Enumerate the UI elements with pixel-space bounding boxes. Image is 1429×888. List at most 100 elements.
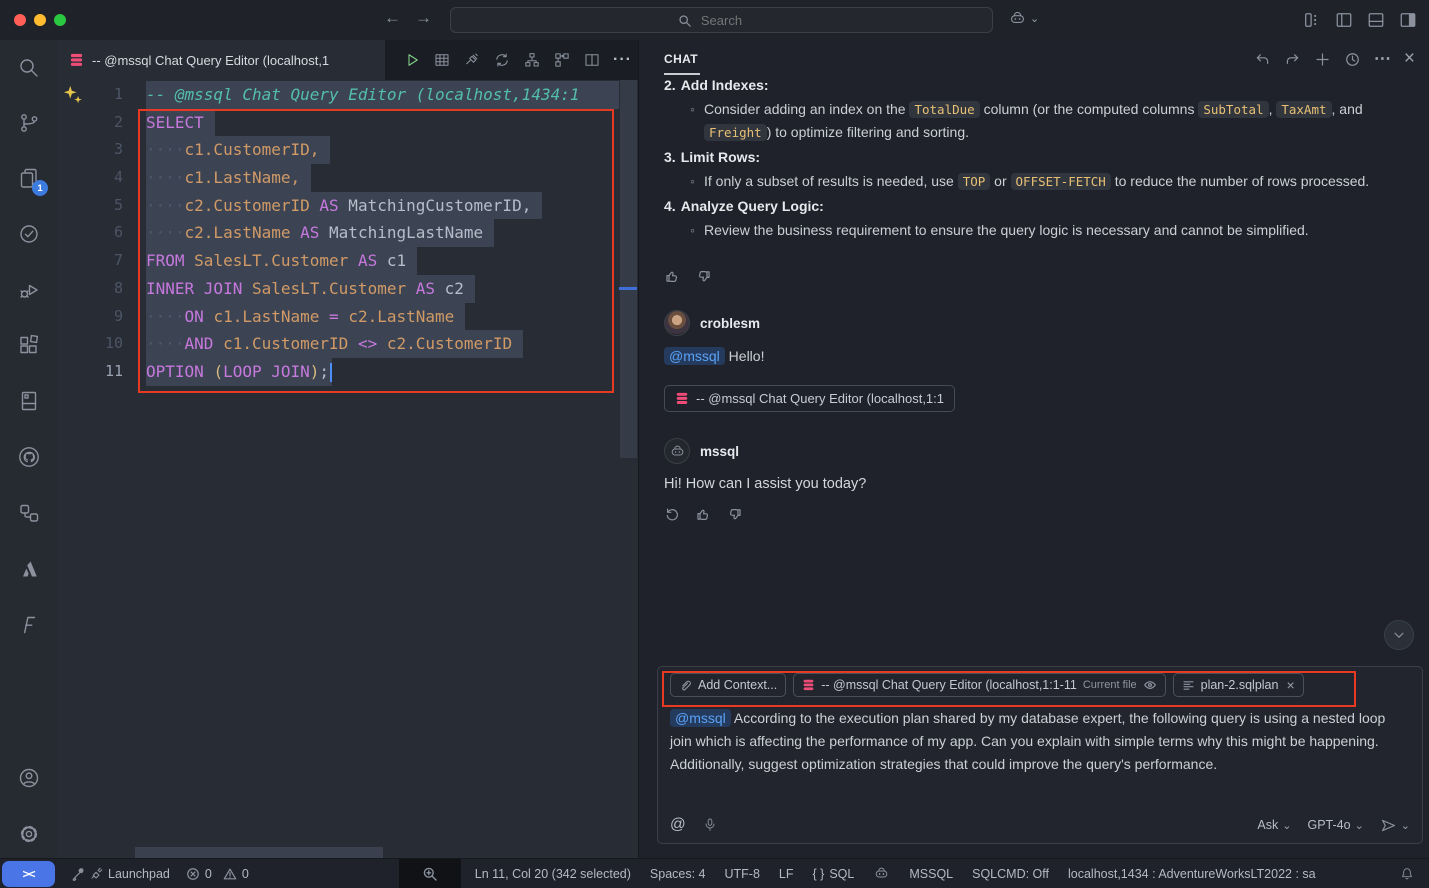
code-area[interactable]: -- @mssql Chat Query Editor (localhost,1… — [146, 81, 620, 386]
split-editor-icon[interactable] — [583, 51, 601, 69]
code-line[interactable]: OPTION (LOOP JOIN); — [146, 358, 620, 386]
code-line[interactable]: ····c1.LastName, — [146, 164, 620, 192]
attachment-pill[interactable]: -- @mssql Chat Query Editor (localhost,1… — [664, 385, 955, 412]
code-line[interactable]: ····ON c1.LastName = c2.LastName — [146, 303, 620, 331]
list-bullet: ◦Review the business requirement to ensu… — [664, 219, 1413, 241]
github-icon[interactable] — [17, 445, 41, 469]
code-editor[interactable]: 1234567891011 -- @mssql Chat Query Edito… — [57, 80, 638, 858]
chat-tab-label[interactable]: CHAT — [664, 52, 698, 66]
indentation-item[interactable]: Spaces: 4 — [650, 867, 706, 881]
run-query-icon[interactable] — [403, 51, 421, 69]
eye-icon[interactable] — [1143, 678, 1157, 692]
launchpad-item[interactable]: Launchpad — [71, 867, 170, 881]
add-context-button[interactable]: Add Context... — [670, 673, 786, 697]
command-search-box[interactable] — [450, 7, 993, 33]
copilot-status-icon[interactable] — [873, 865, 890, 882]
toggle-sidebar-icon[interactable] — [1335, 11, 1353, 29]
mention-icon[interactable]: @ — [670, 816, 686, 834]
remove-chip-icon[interactable]: × — [1286, 677, 1294, 693]
editor-scrollbar[interactable] — [620, 80, 637, 458]
forward-icon[interactable]: → — [415, 8, 432, 28]
search-icon — [678, 14, 692, 28]
mode-picker[interactable]: Ask⌄ — [1257, 818, 1291, 832]
zoom-in-icon — [422, 866, 438, 882]
code-line[interactable]: ····c2.CustomerID AS MatchingCustomerID, — [146, 192, 620, 220]
window-zoom-button[interactable] — [54, 14, 66, 26]
zoom-annotation-button[interactable] — [399, 859, 461, 888]
thumbs-down-icon[interactable] — [726, 506, 743, 523]
code-line[interactable]: ····c2.LastName AS MatchingLastName — [146, 219, 620, 247]
mention-chip[interactable]: @mssql — [670, 709, 731, 727]
check-circle-icon[interactable] — [17, 222, 41, 246]
context-chip-sqlplan[interactable]: plan-2.sqlplan × — [1173, 673, 1304, 697]
change-connection-icon[interactable] — [493, 51, 511, 69]
encoding-item[interactable]: UTF-8 — [725, 867, 760, 881]
explorer-badge: 1 — [32, 180, 48, 196]
mic-icon[interactable] — [702, 817, 718, 833]
plan-file-icon — [1182, 679, 1195, 692]
thumbs-down-icon[interactable] — [695, 268, 712, 285]
code-line[interactable]: FROM SalesLT.Customer AS c1 — [146, 247, 620, 275]
thumbs-up-icon[interactable] — [664, 268, 681, 285]
tab-mssql-chat-query-editor[interactable]: -- @mssql Chat Query Editor (localhost,1 — [57, 40, 385, 80]
account-icon[interactable] — [17, 766, 41, 790]
source-control-icon[interactable] — [17, 111, 41, 135]
inline-code: TaxAmt — [1276, 101, 1331, 118]
remote-indicator[interactable]: >< — [2, 861, 55, 887]
chevron-down-icon: ⌄ — [1355, 819, 1364, 832]
notebook-icon[interactable] — [17, 389, 41, 413]
mention-chip[interactable]: @mssql — [664, 347, 725, 365]
redo-icon[interactable] — [1284, 51, 1301, 68]
mssql-item[interactable]: MSSQL — [909, 867, 953, 881]
undo-icon[interactable] — [1254, 51, 1271, 68]
explorer-icon[interactable]: 1 — [17, 166, 41, 190]
chat-input-text[interactable]: @mssql According to the execution plan s… — [658, 703, 1422, 807]
eol-item[interactable]: LF — [779, 867, 794, 881]
search-sidebar-icon[interactable] — [17, 56, 41, 80]
toggle-panel-icon[interactable] — [1367, 11, 1385, 29]
cursor-position-item[interactable]: Ln 11, Col 20 (342 selected) — [475, 867, 631, 881]
close-icon[interactable]: × — [1404, 50, 1415, 68]
disconnect-icon[interactable] — [463, 51, 481, 69]
code-line[interactable]: INNER JOIN SalesLT.Customer AS c2 — [146, 275, 620, 303]
fabric-icon[interactable] — [17, 613, 41, 637]
window-minimize-button[interactable] — [34, 14, 46, 26]
more-actions-icon[interactable]: ··· — [613, 53, 632, 67]
more-actions-icon[interactable]: ⋯ — [1374, 50, 1391, 68]
notifications-bell-icon[interactable] — [1399, 866, 1415, 882]
sqlcmd-item[interactable]: SQLCMD: Off — [972, 867, 1049, 881]
connection-item[interactable]: localhost,1434 : AdventureWorksLT2022 : … — [1068, 867, 1316, 881]
problems-item[interactable]: 0 0 — [186, 867, 249, 881]
estimated-plan-icon[interactable] — [523, 51, 541, 69]
back-icon[interactable]: ← — [384, 8, 401, 28]
window-close-button[interactable] — [14, 14, 26, 26]
model-picker[interactable]: GPT-4o⌄ — [1307, 818, 1363, 832]
chat-input-container[interactable]: Add Context... -- @mssql Chat Query Edit… — [657, 666, 1423, 844]
line-number: 4 — [57, 164, 123, 192]
actual-plan-icon[interactable] — [553, 51, 571, 69]
code-line[interactable]: ····c1.CustomerID, — [146, 136, 620, 164]
send-button[interactable]: ⌄ — [1380, 817, 1410, 834]
code-line[interactable]: -- @mssql Chat Query Editor (localhost,1… — [146, 81, 620, 109]
history-icon[interactable] — [1344, 51, 1361, 68]
toggle-secondary-sidebar-icon[interactable] — [1399, 11, 1417, 29]
language-item[interactable]: { }SQL — [813, 867, 855, 881]
new-chat-icon[interactable] — [1314, 51, 1331, 68]
copilot-menu-button[interactable]: ⌄ — [1008, 9, 1039, 28]
search-input[interactable] — [451, 13, 992, 28]
retry-icon[interactable] — [664, 506, 681, 523]
extensions-icon[interactable] — [17, 333, 41, 357]
list-bullet: ◦Consider adding an index on the TotalDu… — [664, 98, 1413, 144]
connections-icon[interactable] — [17, 501, 41, 525]
results-grid-icon[interactable] — [433, 51, 451, 69]
customize-layout-icon[interactable] — [1303, 11, 1321, 29]
code-line[interactable]: ····AND c1.CustomerID <> c2.CustomerID — [146, 330, 620, 358]
code-line[interactable]: SELECT — [146, 109, 620, 137]
azure-icon[interactable] — [17, 557, 41, 581]
settings-gear-icon[interactable] — [17, 822, 41, 846]
scroll-to-bottom-button[interactable] — [1384, 620, 1414, 650]
context-chip-current-file[interactable]: -- @mssql Chat Query Editor (localhost,1… — [793, 673, 1165, 697]
editor-horizontal-scrollbar[interactable] — [135, 847, 383, 858]
thumbs-up-icon[interactable] — [695, 506, 712, 523]
run-debug-icon[interactable] — [17, 278, 41, 302]
